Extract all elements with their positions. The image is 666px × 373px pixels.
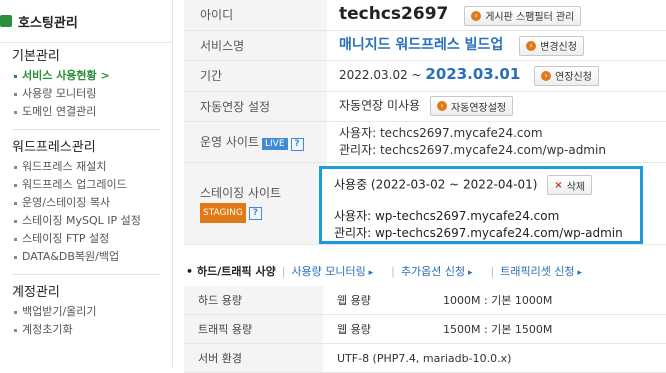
label-auto-renew: 자동연장 설정 (184, 91, 327, 122)
live-badge: LIVE (262, 137, 288, 150)
period-end: 2023.03.01 (425, 65, 521, 84)
sidebar-item-backup-upload[interactable]: 백업받기/올리기 (12, 303, 172, 321)
sidebar-item-wp-reinstall[interactable]: 워드프레스 재설치 (12, 158, 172, 176)
main-content: 아이디 techcs2697 › 게시판 스팸필터 관리 서비스명 매니지드 워드… (184, 0, 666, 373)
spec-value: 1000M : 기본 1000M (442, 286, 666, 315)
spec-value: 1500M : 기본 1500M (442, 314, 666, 344)
sidebar-title: 호스팅관리 (18, 15, 78, 31)
sidebar-section-basic: 기본관리 서비스 사용현황 > 사용량 모니터링 도메인 연결관리 (0, 47, 172, 121)
staging-badge: STAGING (200, 202, 246, 223)
sidebar-item-staging-copy[interactable]: 운영/스테이징 복사 (12, 194, 172, 212)
spec-name: 웹 용량 (323, 286, 442, 315)
separator: | (281, 264, 286, 278)
row-id: 아이디 techcs2697 › 게시판 스팸필터 관리 (184, 0, 666, 31)
hosting-icon (0, 15, 12, 27)
auto-renew-settings-button[interactable]: › 자동연장설정 (429, 96, 514, 116)
spec-label: 트래픽 용량 (184, 314, 323, 344)
usage-monitoring-link[interactable]: 사용량 모니터링 (291, 263, 373, 279)
staging-delete-button[interactable]: × 삭제 (547, 175, 593, 195)
label-staging-site: 스테이징 사이트 (200, 185, 282, 200)
chevron-right-icon: › (526, 40, 537, 51)
spam-filter-button[interactable]: › 게시판 스팸필터 관리 (464, 5, 582, 26)
spec-name: 웹 용량 (323, 314, 442, 344)
separator: | (490, 264, 495, 278)
live-admin-url: 관리자: techcs2697.mycafe24.com/wp-admin (339, 142, 606, 157)
period-start: 2022.03.02 ~ (339, 68, 422, 83)
row-service: 서비스명 매니지드 워드프레스 빌드업 › 변경신청 (184, 30, 666, 61)
staging-highlight-box: 사용중 (2022-03-02 ~ 2022-04-01) × 삭제 사용자: w… (319, 166, 643, 244)
sidebar-item-domain-connection[interactable]: 도메인 연결관리 (12, 103, 172, 121)
sidebar-item-service-status[interactable]: 서비스 사용현황 > (12, 67, 172, 85)
label-period: 기간 (184, 60, 327, 92)
spec-section-bar: 하드/트래픽 사양 | 사용량 모니터링 | 추가옵션 신청 | 트래픽리셋 신… (184, 258, 666, 284)
staging-status: 사용중 (2022-03-02 ~ 2022-04-01) (334, 177, 538, 192)
live-user-url: 사용자: techcs2697.mycafe24.com (339, 125, 543, 140)
help-icon[interactable]: ? (248, 206, 262, 220)
sidebar-item-data-backup[interactable]: DATA&DB복원/백업 (12, 248, 172, 266)
chevron-right-icon: › (541, 70, 552, 81)
sidebar: 호스팅관리 기본관리 서비스 사용현황 > 사용량 모니터링 도메인 연결관리 … (0, 0, 173, 367)
sidebar-divider (12, 129, 160, 130)
service-name: 매니지드 워드프레스 빌드업 (339, 37, 504, 54)
row-period: 기간 2022.03.02 ~ 2023.03.01 › 연장신청 (184, 60, 666, 92)
spec-table: 하드 용량 웹 용량 1000M : 기본 1000M 트래픽 용량 웹 용량 … (184, 286, 666, 373)
sidebar-section-wordpress: 워드프레스관리 워드프레스 재설치 워드프레스 업그레이드 운영/스테이징 복사… (0, 138, 172, 266)
user-id: techcs2697 (339, 4, 449, 24)
chevron-right-icon: › (436, 101, 447, 111)
table-row: 서버 환경 UTF-8 (PHP7.4, mariadb-10.0.x) (184, 343, 666, 373)
chevron-right-icon: › (471, 10, 482, 21)
sidebar-section-title: 계정관리 (12, 285, 60, 300)
row-auto-renew: 자동연장 설정 자동연장 미사용 › 자동연장설정 (184, 91, 666, 122)
spec-label: 서버 환경 (184, 343, 323, 373)
separator: | (391, 264, 395, 278)
staging-admin-url: 관리자: wp-techcs2697.mycafe24.com/wp-admin (334, 226, 623, 240)
spec-section-title: 하드/트래픽 사양 (186, 263, 276, 279)
spec-name: UTF-8 (PHP7.4, mariadb-10.0.x) (323, 343, 666, 373)
row-live-site: 운영 사이트 LIVE? 사용자: techcs2697.mycafe24.com… (184, 121, 666, 163)
table-row: 하드 용량 웹 용량 1000M : 기본 1000M (184, 286, 666, 315)
sidebar-item-wp-upgrade[interactable]: 워드프레스 업그레이드 (12, 176, 172, 194)
extend-request-button[interactable]: › 연장신청 (534, 65, 599, 86)
staging-user-url: 사용자: wp-techcs2697.mycafe24.com (334, 209, 560, 223)
sidebar-section-account: 계정관리 백업받기/올리기 계정초기화 (0, 283, 172, 339)
sidebar-item-staging-mysql[interactable]: 스테이징 MySQL IP 설정 (12, 212, 172, 230)
sidebar-item-staging-ftp[interactable]: 스테이징 FTP 설정 (12, 230, 172, 248)
label-id: 아이디 (184, 0, 327, 31)
sidebar-header: 호스팅관리 (0, 0, 172, 43)
traffic-reset-link[interactable]: 트래픽리셋 신청 (500, 263, 582, 279)
sidebar-section-title: 워드프레스관리 (12, 140, 96, 155)
sidebar-divider (12, 274, 160, 275)
table-row: 트래픽 용량 웹 용량 1500M : 기본 1500M (184, 314, 666, 344)
label-service: 서비스명 (184, 30, 327, 61)
close-icon: × (554, 179, 563, 191)
addon-request-link[interactable]: 추가옵션 신청 (401, 263, 473, 279)
label-live-site: 운영 사이트 (200, 134, 260, 149)
help-icon[interactable]: ? (290, 137, 304, 151)
change-request-button[interactable]: › 변경신청 (519, 35, 584, 56)
sidebar-item-account-reset[interactable]: 계정초기화 (12, 321, 172, 339)
sidebar-item-usage-monitoring[interactable]: 사용량 모니터링 (12, 85, 172, 103)
auto-renew-value: 자동연장 미사용 (339, 98, 421, 113)
sidebar-section-title: 기본관리 (12, 49, 60, 64)
spec-label: 하드 용량 (184, 286, 323, 315)
